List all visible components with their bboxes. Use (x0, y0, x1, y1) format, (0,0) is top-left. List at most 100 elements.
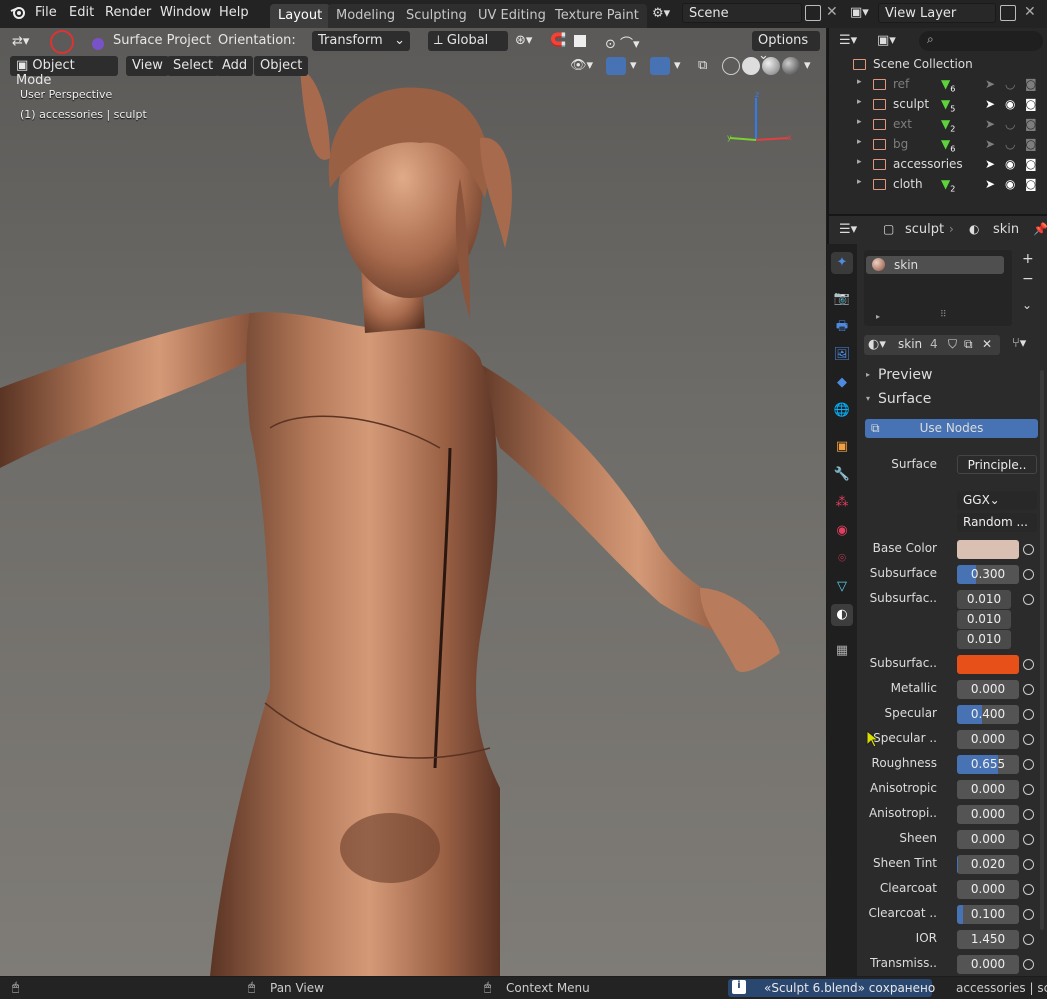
slider-field[interactable]: 0.000 (957, 730, 1019, 749)
render-camera-icon[interactable]: ◙ (1025, 177, 1037, 191)
selectable-icon[interactable]: ➤ (985, 97, 995, 111)
remove-scene-icon[interactable]: ✕ (826, 4, 838, 20)
slider-field[interactable]: 1.450 (957, 930, 1019, 949)
collection-row-cloth[interactable]: ▸ cloth ▼2 ➤ ◉ ◙ (829, 174, 1047, 194)
tab-scene-icon[interactable]: ◆ (831, 372, 853, 394)
material-browse-icon[interactable]: ◐▾ (868, 337, 886, 352)
expand-arrow-icon[interactable]: ▸ (857, 137, 862, 147)
socket-link-icon[interactable] (1023, 959, 1034, 970)
socket-link-icon[interactable] (1023, 709, 1034, 720)
tab-particles-icon[interactable]: ⁂ (831, 492, 853, 514)
menu-select[interactable]: Select (167, 56, 220, 76)
color-swatch[interactable] (957, 540, 1019, 559)
transform-tool-icon[interactable]: ⇄▾ (12, 34, 29, 49)
material-slot-item[interactable]: skin (866, 256, 1004, 274)
slider-field[interactable]: 0.000 (957, 880, 1019, 899)
vector-component[interactable]: 0.010 (957, 630, 1011, 649)
socket-link-icon[interactable] (1023, 659, 1034, 670)
collection-name[interactable]: sculpt (893, 97, 929, 111)
slider-field[interactable]: 0.300 (957, 565, 1019, 584)
slot-menu-icon[interactable]: ⌄ (1022, 298, 1032, 312)
expand-arrow-icon[interactable]: ▸ (857, 117, 862, 127)
material-slot-list[interactable]: skin ▸ ⠿ (864, 250, 1012, 326)
collection-name[interactable]: accessories (893, 157, 963, 171)
material-shading-icon[interactable] (762, 57, 780, 75)
slider-field[interactable]: 0.020 (957, 855, 1019, 874)
properties-editor-type-icon[interactable]: ☰▾ (839, 222, 857, 237)
socket-link-icon[interactable] (1023, 909, 1034, 920)
color-swatch[interactable] (957, 655, 1019, 674)
tab-texture-icon[interactable]: ▦ (831, 640, 853, 662)
eye-icon[interactable]: ◉ (1005, 177, 1015, 191)
expand-arrow-icon[interactable]: ▸ (857, 157, 862, 167)
solid-shading-icon[interactable] (742, 57, 760, 75)
tab-uv-editing[interactable]: UV Editing (470, 4, 554, 28)
socket-link-icon[interactable] (1023, 544, 1034, 555)
overlays-menu-icon[interactable]: ▾ (674, 58, 681, 73)
node-link-icon[interactable]: ⑂▾ (1012, 336, 1026, 351)
panel-preview[interactable]: Preview (878, 367, 933, 383)
scene-selector[interactable]: Scene (682, 3, 802, 23)
vector-component[interactable]: 0.010 (957, 590, 1011, 609)
tab-constraints-icon[interactable]: ⌾ (831, 548, 853, 570)
cursor-tool-icon[interactable] (50, 30, 74, 54)
scene-collection-row[interactable]: Scene Collection (829, 54, 1047, 74)
render-camera-icon[interactable]: ◙ (1025, 157, 1037, 171)
slider-field[interactable]: 0.000 (957, 955, 1019, 974)
duplicate-icon[interactable]: ⧉ (964, 337, 973, 352)
xray-icon[interactable]: ⧉ (698, 58, 707, 73)
tab-modeling[interactable]: Modeling (328, 4, 404, 28)
subsurface-method-dropdown[interactable]: Random ... ⌄ (957, 513, 1037, 532)
tab-modifiers-icon[interactable]: 🔧 (831, 464, 853, 486)
selectable-icon[interactable]: ➤ (985, 117, 995, 131)
socket-link-icon[interactable] (1023, 684, 1034, 695)
menu-add[interactable]: Add (216, 56, 254, 76)
tab-render-icon[interactable]: 📷 (831, 288, 853, 310)
socket-link-icon[interactable] (1023, 809, 1034, 820)
editor-type-icon[interactable]: ☰▾ (839, 33, 857, 48)
slider-field[interactable]: 0.000 (957, 830, 1019, 849)
menu-edit[interactable]: Edit (69, 5, 94, 20)
snap-icon[interactable]: 🧲 (550, 33, 566, 48)
socket-link-icon[interactable] (1023, 934, 1034, 945)
preview-expand-icon[interactable]: ▸ (866, 370, 870, 379)
pin-icon[interactable]: 📌 (1033, 222, 1047, 236)
collection-row-bg[interactable]: ▸ bg ▼6 ➤ ◡ ◙ (829, 134, 1047, 154)
view-layer-icon[interactable]: ▣▾ (850, 5, 869, 20)
tab-layout[interactable]: Layout (270, 4, 331, 28)
socket-link-icon[interactable] (1023, 759, 1034, 770)
blender-logo-icon[interactable] (10, 5, 26, 23)
slider-field[interactable]: 0.400 (957, 705, 1019, 724)
slider-field[interactable]: 0.655 (957, 755, 1019, 774)
new-view-layer-icon[interactable] (1000, 5, 1016, 21)
socket-link-icon[interactable] (1023, 884, 1034, 895)
tab-tool-icon[interactable]: ✦ (831, 252, 853, 274)
collection-name[interactable]: ref (893, 77, 909, 91)
tab-world-icon[interactable]: 🌐 (831, 400, 853, 422)
proportional-edit-icon[interactable]: ⊙ ⌒▾ (605, 33, 640, 52)
properties-scrollbar[interactable] (1040, 370, 1044, 930)
menu-window[interactable]: Window (160, 5, 211, 20)
overlays-toggle-icon[interactable] (650, 57, 670, 75)
gizmo-menu-icon[interactable]: ▾ (630, 58, 637, 73)
vector-component[interactable]: 0.010 (957, 610, 1011, 629)
status-message[interactable]: i «Sculpt 6.blend» сохранено (728, 979, 935, 997)
menu-object[interactable]: Object (254, 56, 309, 76)
visibility-icon[interactable]: 👁▾ (570, 58, 593, 73)
collection-name[interactable]: bg (893, 137, 908, 151)
menu-view[interactable]: View (126, 56, 169, 76)
shading-menu-icon[interactable]: ▾ (804, 58, 811, 73)
options-button[interactable]: Options ⌄ (752, 31, 820, 63)
collection-row-ext[interactable]: ▸ ext ▼2 ➤ ◡ ◙ (829, 114, 1047, 134)
3d-viewport[interactable]: ⇄▾ Surface Project Orientation: Transfor… (0, 28, 826, 976)
eye-icon[interactable]: ◡ (1005, 137, 1015, 151)
tab-output-icon[interactable]: 🖶 (831, 316, 853, 338)
distribution-dropdown[interactable]: GGX ⌄ (957, 491, 1037, 510)
new-scene-icon[interactable] (805, 5, 821, 21)
collection-row-sculpt[interactable]: ▸ sculpt ▼5 ➤ ◉ ◙ (829, 94, 1047, 114)
slider-field[interactable]: 0.100 (957, 905, 1019, 924)
orientation-dropdown[interactable]: Transform ⌄ (312, 31, 410, 51)
collection-name[interactable]: ext (893, 117, 912, 131)
collection-row-ref[interactable]: ▸ ref ▼6 ➤ ◡ ◙ (829, 74, 1047, 94)
tab-physics-icon[interactable]: ◉ (831, 520, 853, 542)
